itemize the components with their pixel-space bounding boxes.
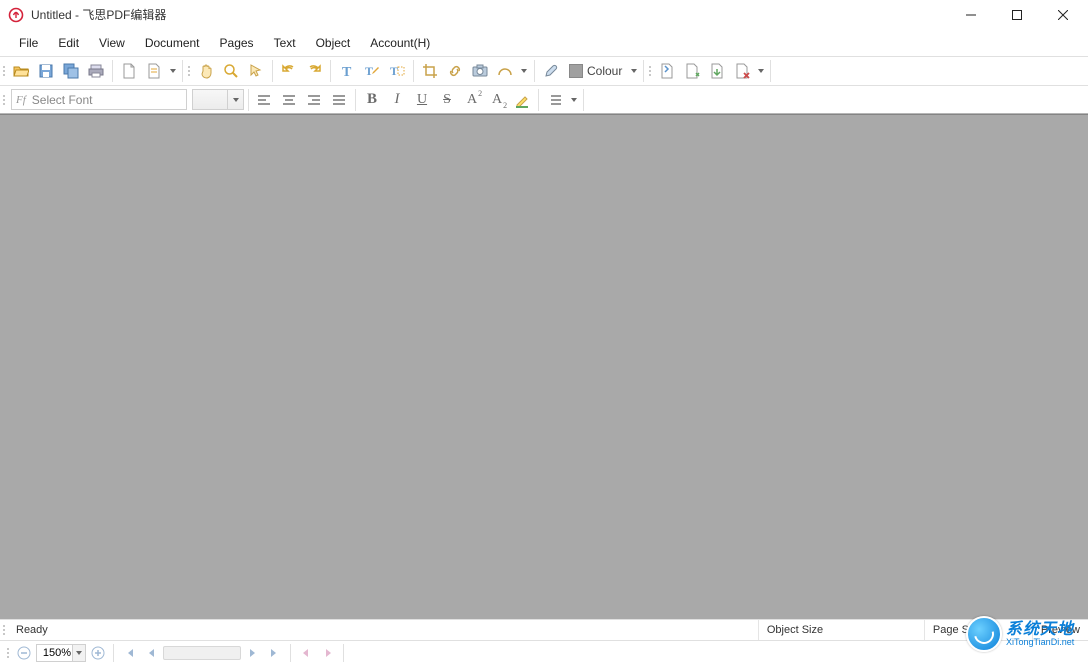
maximize-button[interactable] xyxy=(994,0,1040,30)
open-button[interactable] xyxy=(10,60,32,82)
menu-document[interactable]: Document xyxy=(136,32,209,54)
align-right-button[interactable] xyxy=(303,89,325,111)
link-button[interactable] xyxy=(444,60,466,82)
shape-button[interactable] xyxy=(494,60,516,82)
page-export-button[interactable] xyxy=(706,60,728,82)
line-spacing-dropdown[interactable] xyxy=(569,89,579,111)
svg-text:T: T xyxy=(390,64,398,78)
save-button[interactable] xyxy=(35,60,57,82)
menu-file[interactable]: File xyxy=(10,32,47,54)
grip-icon[interactable] xyxy=(0,86,8,113)
status-object-size: Object Size xyxy=(759,620,925,640)
titlebar: Untitled - 飞思PDF编辑器 xyxy=(0,0,1088,30)
minimize-button[interactable] xyxy=(948,0,994,30)
page-insert-button[interactable] xyxy=(656,60,678,82)
print-button[interactable] xyxy=(85,60,107,82)
zoom-value: 150% xyxy=(43,647,71,659)
strikethrough-button[interactable]: S xyxy=(436,89,458,111)
svg-text:T: T xyxy=(365,64,373,78)
first-page-button[interactable] xyxy=(119,643,139,663)
select-tool-button[interactable] xyxy=(245,60,267,82)
status-ready: Ready xyxy=(8,620,759,640)
align-justify-button[interactable] xyxy=(328,89,350,111)
last-page-button[interactable] xyxy=(265,643,285,663)
status-page-size: Page Size xyxy=(925,620,1033,640)
undo-button[interactable] xyxy=(278,60,300,82)
grip-icon[interactable] xyxy=(185,57,193,85)
bold-button[interactable]: B xyxy=(361,89,383,111)
grip-icon[interactable] xyxy=(646,57,654,85)
colour-button[interactable]: Colour xyxy=(565,60,626,82)
zoom-out-button[interactable] xyxy=(14,643,34,663)
superscript-button[interactable]: A xyxy=(461,89,483,111)
redo-button[interactable] xyxy=(303,60,325,82)
page-dropdown[interactable] xyxy=(168,60,178,82)
italic-button[interactable]: I xyxy=(386,89,408,111)
menu-object[interactable]: Object xyxy=(307,32,360,54)
shape-dropdown[interactable] xyxy=(519,60,529,82)
app-icon xyxy=(8,7,24,23)
grip-icon[interactable] xyxy=(0,621,8,639)
window-title: Untitled - 飞思PDF编辑器 xyxy=(31,6,166,23)
svg-text:T: T xyxy=(342,65,352,79)
align-left-button[interactable] xyxy=(253,89,275,111)
statusbar: Ready Object Size Page Size Preview xyxy=(0,619,1088,640)
text-tool-button[interactable]: T xyxy=(336,60,358,82)
prev-page-button[interactable] xyxy=(141,643,161,663)
font-placeholder: Select Font xyxy=(32,93,93,107)
zoom-in-button[interactable] xyxy=(88,643,108,663)
highlight-button[interactable] xyxy=(511,89,533,111)
menu-account[interactable]: Account(H) xyxy=(361,32,439,54)
next-page-button[interactable] xyxy=(243,643,263,663)
nav-back-button[interactable] xyxy=(296,643,316,663)
eyedropper-button[interactable] xyxy=(540,60,562,82)
line-spacing-button[interactable] xyxy=(544,89,566,111)
colour-label: Colour xyxy=(587,64,622,78)
snapshot-button[interactable] xyxy=(469,60,491,82)
document-canvas[interactable] xyxy=(0,114,1088,619)
menu-text[interactable]: Text xyxy=(265,32,305,54)
page-extract-button[interactable] xyxy=(681,60,703,82)
blank-page-button[interactable] xyxy=(118,60,140,82)
zoom-tool-button[interactable] xyxy=(220,60,242,82)
menubar: File Edit View Document Pages Text Objec… xyxy=(0,30,1088,56)
close-button[interactable] xyxy=(1040,0,1086,30)
text-annotation-button[interactable]: T xyxy=(361,60,383,82)
status-preview[interactable]: Preview xyxy=(1033,624,1088,636)
font-icon: Ff xyxy=(16,94,26,106)
underline-button[interactable]: U xyxy=(411,89,433,111)
menu-edit[interactable]: Edit xyxy=(49,32,88,54)
zoom-dropdown-icon xyxy=(72,645,85,661)
zoom-input[interactable]: 150% xyxy=(36,644,86,662)
navbar: 150% xyxy=(0,640,1088,665)
text-box-button[interactable]: T xyxy=(386,60,408,82)
page-delete-button[interactable] xyxy=(731,60,753,82)
menu-view[interactable]: View xyxy=(90,32,134,54)
font-size-select[interactable] xyxy=(192,89,244,110)
crop-button[interactable] xyxy=(419,60,441,82)
grip-icon[interactable] xyxy=(0,57,8,85)
subscript-button[interactable]: A2 xyxy=(486,89,508,111)
page-ops-dropdown[interactable] xyxy=(756,60,766,82)
hand-tool-button[interactable] xyxy=(195,60,217,82)
size-dropdown-icon xyxy=(227,90,243,109)
align-center-button[interactable] xyxy=(278,89,300,111)
colour-dropdown[interactable] xyxy=(629,60,639,82)
toolbar-row-1: T T T Colour xyxy=(0,56,1088,85)
menu-pages[interactable]: Pages xyxy=(211,32,263,54)
save-as-button[interactable] xyxy=(60,60,82,82)
toolbar-row-2: Ff Select Font B I U S A A2 xyxy=(0,85,1088,114)
grip-icon[interactable] xyxy=(4,644,12,662)
nav-forward-button[interactable] xyxy=(318,643,338,663)
page-from-template-button[interactable] xyxy=(143,60,165,82)
colour-swatch-icon xyxy=(569,64,583,78)
font-select[interactable]: Ff Select Font xyxy=(11,89,187,110)
